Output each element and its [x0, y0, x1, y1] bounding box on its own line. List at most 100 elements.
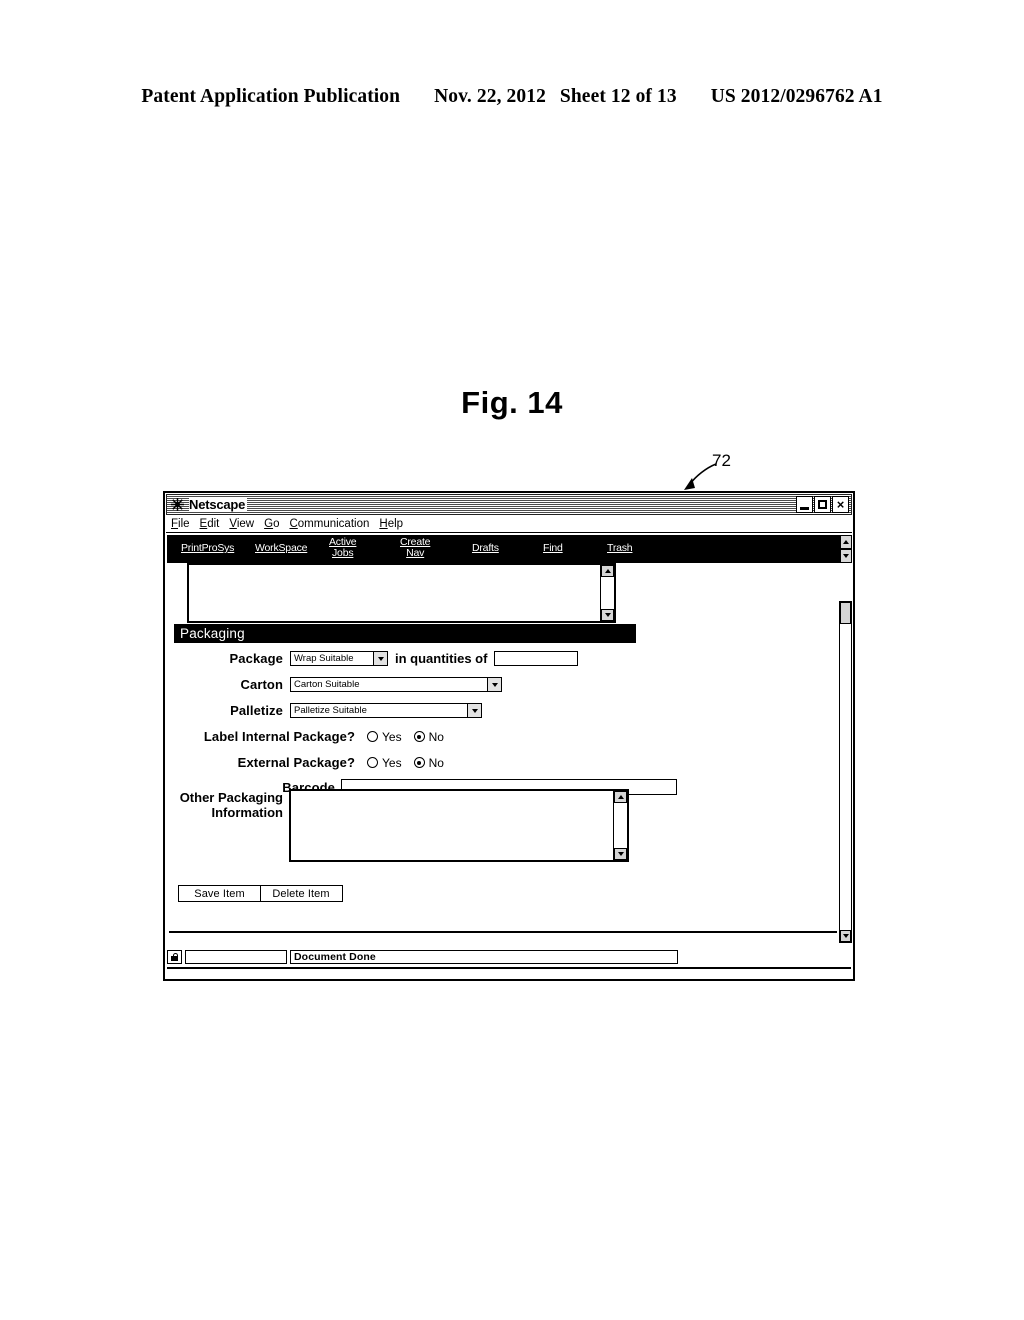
label-internal-package-row: Label Internal Package? Yes No [165, 729, 444, 744]
package-select[interactable]: Wrap Suitable [290, 651, 388, 666]
external-yes-option[interactable]: Yes [367, 756, 402, 770]
palletize-select[interactable]: Palletize Suitable [290, 703, 482, 718]
carton-row: Carton Carton Suitable [165, 677, 502, 692]
publication-date: Nov. 22, 2012 [434, 86, 546, 107]
other-packaging-info-textarea[interactable] [289, 789, 629, 862]
other-packaging-info-label-line2: Information [211, 805, 284, 820]
palletize-row: Palletize Palletize Suitable [165, 703, 482, 718]
publication-number: US 2012/0296762 A1 [710, 86, 883, 107]
palletize-select-arrow[interactable] [467, 704, 481, 717]
lock-icon[interactable] [167, 949, 182, 964]
upper-scroll-up-button[interactable] [601, 565, 614, 577]
save-item-button[interactable]: Save Item [178, 885, 261, 902]
chevron-down-icon [604, 613, 611, 617]
page-scrollbar[interactable] [839, 601, 852, 943]
menu-bar: File Edit View Go Communication Help [166, 516, 852, 533]
figure-caption: Fig. 14 [461, 385, 563, 420]
chevron-down-icon [377, 656, 384, 661]
menu-item-go[interactable]: Go [264, 518, 279, 530]
nav-link-create-nav[interactable]: Create Nav [400, 537, 431, 559]
package-row: Package Wrap Suitable in quantities of [165, 651, 579, 666]
nav-link-workspace[interactable]: WorkSpace [255, 543, 307, 554]
status-bar: Document Done [167, 948, 851, 965]
quantities-label: in quantities of [395, 651, 488, 666]
menu-item-file[interactable]: File [171, 518, 190, 530]
chevron-up-icon [617, 795, 624, 799]
page-scroll-down-button[interactable] [840, 930, 851, 942]
carton-select-value: Carton Suitable [294, 678, 360, 690]
status-progress-slot [185, 949, 287, 964]
external-no-option[interactable]: No [413, 755, 444, 770]
upper-content-area [167, 563, 852, 625]
nav-link-printprosys[interactable]: PrintProSys [181, 543, 234, 554]
nav-link-find[interactable]: Find [543, 543, 563, 554]
label-internal-yes-option[interactable]: Yes [367, 730, 402, 744]
chevron-down-icon [617, 852, 624, 856]
netscape-logo-icon [170, 497, 185, 512]
menu-item-view[interactable]: View [229, 518, 254, 530]
upper-list-scrollbar[interactable] [600, 565, 614, 621]
nav-scroll-arrows[interactable] [839, 535, 852, 563]
chevron-down-icon [842, 934, 849, 938]
external-package-radio-group: Yes No [355, 756, 444, 770]
maximize-button[interactable] [814, 496, 831, 513]
package-select-arrow[interactable] [373, 652, 387, 665]
application-nav-bar: PrintProSys WorkSpace Active Jobs Create… [167, 535, 852, 563]
menu-item-communication[interactable]: Communication [289, 518, 369, 530]
external-package-row: External Package? Yes No [165, 755, 444, 770]
external-yes-text: Yes [382, 755, 402, 770]
label-internal-package-radio-group: Yes No [355, 730, 444, 744]
external-package-label: External Package? [237, 755, 355, 770]
minimize-button[interactable] [796, 496, 813, 513]
other-packaging-info-label: Other Packaging Information [177, 790, 283, 820]
quantity-input[interactable] [494, 651, 579, 666]
menu-item-edit[interactable]: Edit [200, 518, 220, 530]
close-button[interactable]: × [832, 496, 849, 513]
chevron-up-icon [604, 569, 611, 573]
package-select-value: Wrap Suitable [294, 652, 354, 664]
other-info-scrollbar[interactable] [613, 791, 627, 860]
other-info-scroll-up-button[interactable] [614, 791, 627, 803]
form-action-buttons: Save Item Delete Item [178, 885, 343, 902]
palletize-label: Palletize [230, 703, 283, 718]
upper-scroll-down-button[interactable] [601, 609, 614, 621]
radio-unchecked-icon[interactable] [367, 757, 378, 768]
title-bar[interactable]: Netscape × [166, 494, 852, 515]
page-scrollbar-thumb[interactable] [840, 602, 851, 624]
label-internal-package-label: Label Internal Package? [203, 729, 355, 744]
content-separator [169, 931, 837, 933]
window-title: Netscape [189, 496, 248, 512]
chevron-up-icon [843, 540, 849, 544]
radio-unchecked-icon[interactable] [367, 731, 378, 742]
radio-checked-icon[interactable] [413, 757, 425, 768]
nav-link-active-jobs[interactable]: Active Jobs [329, 537, 357, 559]
nav-scroll-up-button[interactable] [840, 535, 852, 549]
chevron-down-icon [843, 554, 849, 558]
status-message: Document Done [290, 949, 678, 964]
carton-select[interactable]: Carton Suitable [290, 677, 502, 692]
nav-link-trash[interactable]: Trash [607, 543, 633, 554]
nav-scroll-down-button[interactable] [840, 549, 852, 563]
nav-link-drafts[interactable]: Drafts [472, 543, 499, 554]
chevron-down-icon [491, 682, 498, 687]
menu-item-help[interactable]: Help [379, 518, 403, 530]
palletize-select-value: Palletize Suitable [294, 704, 367, 716]
label-internal-yes-text: Yes [382, 729, 402, 744]
patent-header: Patent Application Publication Nov. 22, 2… [0, 86, 1024, 108]
external-no-text: No [428, 755, 444, 770]
delete-item-button[interactable]: Delete Item [259, 885, 343, 902]
label-internal-no-option[interactable]: No [413, 729, 444, 744]
other-info-scroll-down-button[interactable] [614, 848, 627, 860]
other-packaging-info-label-line1: Other Packaging [179, 790, 283, 805]
label-internal-no-text: No [428, 729, 444, 744]
upper-list-box[interactable] [187, 563, 616, 623]
chevron-down-icon [471, 708, 478, 713]
package-label: Package [229, 651, 283, 666]
window-controls: × [796, 496, 849, 513]
browser-window: Netscape × File Edit View Go Communicati… [163, 491, 855, 981]
window-bottom-edge [167, 967, 851, 977]
radio-checked-icon[interactable] [413, 731, 425, 742]
packaging-section-header: Packaging [174, 624, 636, 643]
carton-select-arrow[interactable] [487, 678, 501, 691]
carton-label: Carton [240, 677, 283, 692]
